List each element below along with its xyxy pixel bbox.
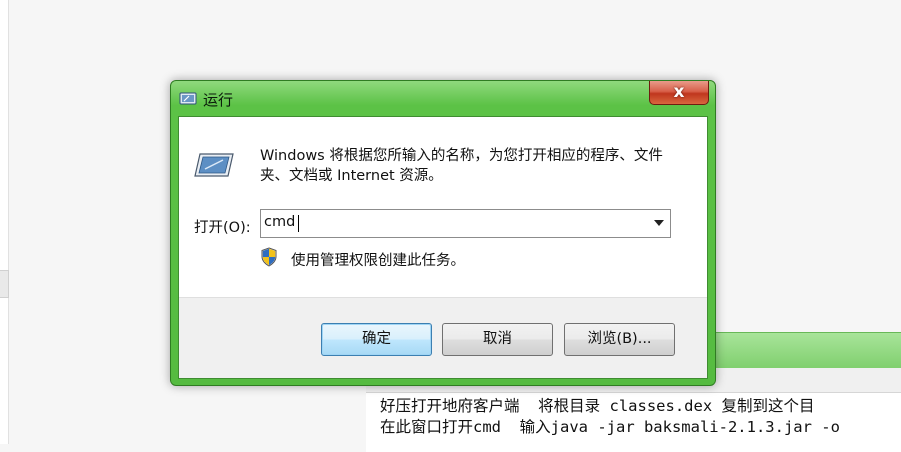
dialog-client-area: Windows 将根据您所输入的名称，为您打开相应的程序、文件夹、文档或 Int… — [178, 116, 708, 379]
open-input-value[interactable]: cmd — [264, 214, 295, 230]
text-caret — [298, 215, 299, 232]
close-button[interactable]: x — [649, 81, 709, 105]
open-combobox[interactable]: cmd — [260, 209, 671, 238]
background-line-2: 在此窗口打开cmd 输入java -jar baksmali-2.1.3.jar… — [380, 418, 840, 436]
background-window-edge — [0, 0, 9, 444]
background-line-1: 好压打开地府客户端 将根目录 classes.dex 复制到这个目 — [380, 397, 815, 415]
admin-note: 使用管理权限创建此任务。 — [291, 253, 465, 269]
run-program-icon — [194, 153, 234, 177]
dialog-title: 运行 — [203, 91, 234, 109]
cancel-button[interactable]: 取消 — [442, 323, 553, 356]
browse-button[interactable]: 浏览(B)... — [564, 323, 675, 356]
background-scroll-handle[interactable] — [0, 270, 9, 298]
ok-button[interactable]: 确定 — [321, 323, 432, 356]
open-label: 打开(O): — [194, 220, 251, 236]
run-dialog: 运行 x Windows 将根据您所输入的名称，为您打开相应的程序、文件夹、文档… — [170, 80, 716, 386]
dialog-description: Windows 将根据您所输入的名称，为您打开相应的程序、文件夹、文档或 Int… — [260, 148, 663, 184]
uac-shield-icon — [261, 247, 277, 267]
run-icon — [179, 92, 197, 105]
dropdown-arrow-icon[interactable] — [654, 220, 664, 226]
background-text: 好压打开地府客户端 将根目录 classes.dex 复制到这个目在此窗口打开c… — [380, 396, 840, 438]
